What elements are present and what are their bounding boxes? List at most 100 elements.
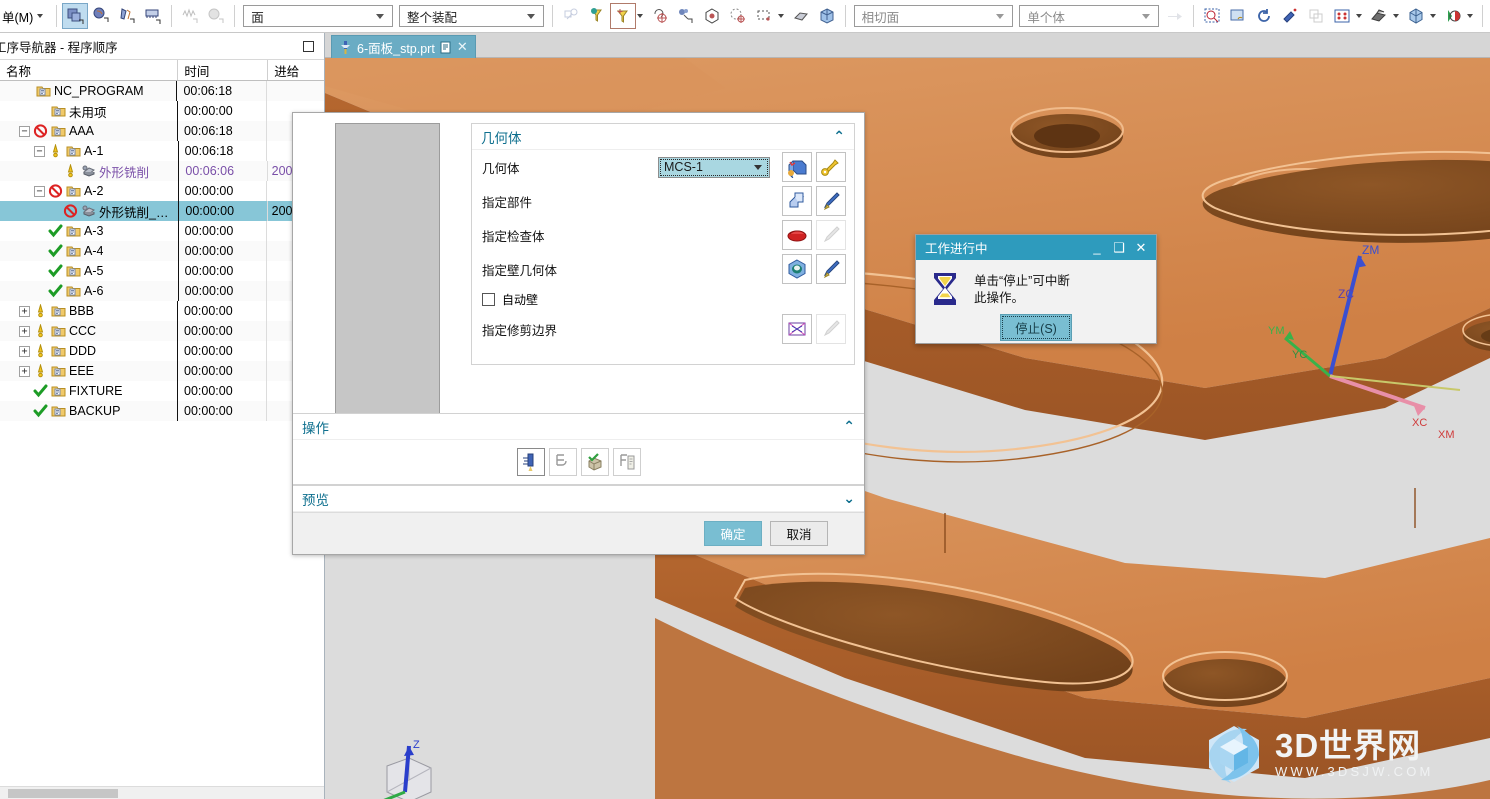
progress-title-bar[interactable]: 工作进行中 _ ❑ ✕ <box>916 235 1156 260</box>
unsaved-icon[interactable] <box>440 41 452 54</box>
color-display-icon[interactable] <box>1440 3 1466 29</box>
shaded-edges-icon[interactable] <box>788 3 814 29</box>
filter-face-icon[interactable] <box>584 3 610 29</box>
scrollbar-thumb[interactable] <box>8 789 118 798</box>
create-tool-icon[interactable] <box>114 3 140 29</box>
table-row[interactable]: + BBB 00:00:00 <box>0 301 324 321</box>
chevron-down-icon[interactable] <box>1356 14 1363 18</box>
verify-toolpath-icon[interactable] <box>203 3 229 29</box>
chevron-down-icon[interactable]: ⌄ <box>843 490 855 507</box>
type-filter-combo[interactable]: 面 <box>243 5 393 27</box>
cell-name[interactable]: NC_PROGRAM <box>0 81 178 101</box>
cell-name[interactable]: + BBB <box>0 301 179 321</box>
table-row[interactable]: − A-2 00:00:00 <box>0 181 324 201</box>
tree-expander[interactable]: − <box>19 125 30 137</box>
minimize-icon[interactable]: _ <box>1086 237 1108 258</box>
check-body-icon[interactable] <box>782 220 812 250</box>
trim-boundary-icon[interactable] <box>782 314 812 344</box>
table-row[interactable]: + CCC 00:00:00 <box>0 321 324 341</box>
cell-name[interactable]: + DDD <box>0 341 179 361</box>
chevron-down-icon[interactable] <box>1393 14 1400 18</box>
table-row[interactable]: A-6 00:00:00 <box>0 281 324 301</box>
chevron-down-icon[interactable] <box>636 14 643 18</box>
cell-name[interactable]: 外形铣削_COPY <box>0 201 180 221</box>
fit-view-icon[interactable] <box>1277 3 1303 29</box>
tree-expander[interactable]: + <box>19 325 30 337</box>
table-row[interactable]: A-5 00:00:00 <box>0 261 324 281</box>
column-header-feed[interactable]: 进给 <box>268 60 324 80</box>
cell-name[interactable]: − A-2 <box>0 181 179 201</box>
select-wall-icon[interactable] <box>816 254 846 284</box>
chevron-down-icon[interactable] <box>1430 14 1437 18</box>
stop-button[interactable]: 停止(S) <box>1000 314 1072 341</box>
navigator-horizontal-scrollbar[interactable] <box>0 786 324 799</box>
geometry-group-header[interactable]: 几何体 ⌃ <box>472 124 854 150</box>
close-icon[interactable]: ✕ <box>457 39 468 55</box>
generate-toolpath-icon[interactable] <box>516 448 545 476</box>
solid-cube-icon[interactable] <box>814 3 840 29</box>
pin-panel-icon[interactable] <box>303 40 314 52</box>
tree-expander[interactable]: + <box>19 305 30 317</box>
column-header-time[interactable]: 时间 <box>178 60 269 80</box>
pan-icon[interactable] <box>1225 3 1251 29</box>
new-geometry-icon[interactable] <box>782 152 812 182</box>
table-row[interactable]: + EEE 00:00:00 <box>0 361 324 381</box>
cell-name[interactable]: 外形铣削 <box>0 161 180 181</box>
selection-rule-combo[interactable]: 相切面 <box>853 5 1014 27</box>
list-toolpath-icon[interactable] <box>612 448 641 476</box>
wcs-dynamics-icon[interactable] <box>673 3 699 29</box>
select-part-icon[interactable] <box>816 186 846 216</box>
cell-name[interactable]: + EEE <box>0 361 179 381</box>
table-row[interactable]: − AAA 00:06:18 <box>0 121 324 141</box>
zoom-region-icon[interactable] <box>1199 3 1225 29</box>
view-grid-icon[interactable] <box>1329 3 1355 29</box>
operation-group-header[interactable]: 操作 ⌃ <box>293 414 864 440</box>
part-geometry-icon[interactable] <box>782 186 812 216</box>
menu-button[interactable]: 单(M) <box>2 7 51 26</box>
auto-wall-row[interactable]: 自动壁 <box>472 286 854 312</box>
chevron-down-icon[interactable] <box>777 14 784 18</box>
table-row[interactable]: A-4 00:00:00 <box>0 241 324 261</box>
chevron-up-icon[interactable]: ⌃ <box>843 418 855 435</box>
cell-name[interactable]: 未用项 <box>0 101 179 121</box>
point-cloud-icon[interactable] <box>725 3 751 29</box>
create-geometry-icon[interactable] <box>88 3 114 29</box>
geometry-combo[interactable]: MCS-1 <box>658 156 770 178</box>
table-row[interactable]: FIXTURE 00:00:00 <box>0 381 324 401</box>
tree-expander[interactable]: − <box>34 145 45 157</box>
cell-name[interactable]: + CCC <box>0 321 179 341</box>
cell-name[interactable]: BACKUP <box>0 401 179 421</box>
snap-point-icon[interactable] <box>558 3 584 29</box>
verify-toolpath-icon[interactable] <box>580 448 609 476</box>
shading-style-icon[interactable] <box>1366 3 1392 29</box>
select-trim-icon[interactable] <box>816 314 846 344</box>
tree-expander[interactable]: + <box>19 345 30 357</box>
filter-selected-icon[interactable] <box>609 3 636 29</box>
rotate-view-icon[interactable] <box>1251 3 1277 29</box>
generate-toolpath-icon[interactable] <box>177 3 203 29</box>
render-style-icon[interactable] <box>1403 3 1429 29</box>
table-row[interactable]: 未用项 00:00:00 <box>0 101 324 121</box>
replay-toolpath-icon[interactable] <box>548 448 577 476</box>
close-icon[interactable]: ✕ <box>1130 237 1152 258</box>
maximize-icon[interactable]: ❑ <box>1108 237 1130 258</box>
tree-expander[interactable]: − <box>34 185 45 197</box>
table-row[interactable]: A-3 00:00:00 <box>0 221 324 241</box>
cell-name[interactable]: A-6 <box>0 281 179 301</box>
column-header-name[interactable]: 名称 <box>0 60 179 80</box>
table-row[interactable]: 外形铣削_COPY00:00:002000 <box>0 201 324 221</box>
wall-geometry-icon[interactable] <box>782 254 812 284</box>
rect-select-icon[interactable] <box>751 3 777 29</box>
body-scope-combo[interactable]: 单个体 <box>1019 5 1160 27</box>
table-row[interactable]: 外形铣削 00:06:06 2000 <box>0 161 324 181</box>
layer-visible-icon[interactable] <box>1303 3 1329 29</box>
assembly-scope-combo[interactable]: 整个装配 <box>398 5 544 27</box>
table-row[interactable]: + DDD 00:00:00 <box>0 341 324 361</box>
cell-name[interactable]: − A-1 <box>0 141 179 161</box>
hex-solid-icon[interactable] <box>699 3 725 29</box>
apply-arrow-icon[interactable] <box>1162 3 1188 29</box>
tree-expander[interactable]: + <box>19 365 30 377</box>
cell-name[interactable]: A-3 <box>0 221 179 241</box>
cell-name[interactable]: FIXTURE <box>0 381 179 401</box>
preview-group-header[interactable]: 预览 ⌄ <box>293 486 864 512</box>
